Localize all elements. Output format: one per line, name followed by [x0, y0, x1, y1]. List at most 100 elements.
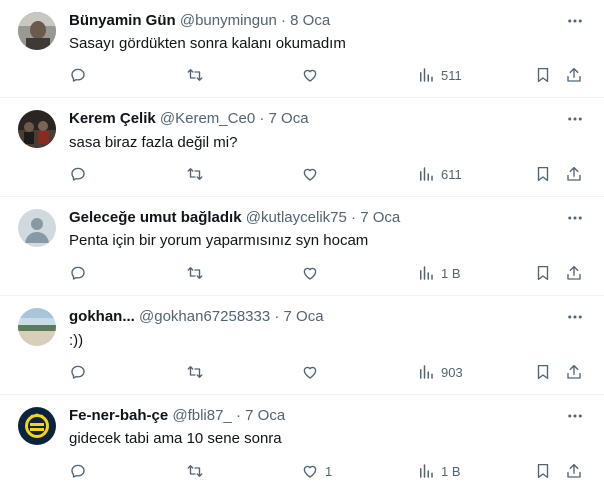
- separator-dot: ·: [274, 308, 280, 325]
- reply-tweet[interactable]: Geleceğe umut bağladık @kutlaycelik75 · …: [0, 197, 604, 296]
- reply-tweet[interactable]: Kerem Çelik @Kerem_Ce0 · 7 Oca sasa bira…: [0, 98, 604, 197]
- views-icon: [420, 464, 433, 478]
- views-button[interactable]: 1 B: [417, 263, 461, 283]
- tweet-text: Sasayı gördükten sonra kalanı okumadım: [69, 35, 346, 52]
- reply-tweet[interactable]: Fe-ner-bah-çe @fbli87_ · 7 Oca gidecek t…: [0, 395, 604, 497]
- bookmark-icon: [537, 364, 549, 380]
- like-button[interactable]: 1: [301, 461, 332, 481]
- more-icon[interactable]: [566, 110, 584, 128]
- like-icon: [303, 168, 317, 181]
- tweet-date[interactable]: 7 Oca: [269, 110, 309, 127]
- views-button[interactable]: 511: [417, 65, 462, 85]
- share-button[interactable]: [565, 164, 583, 184]
- tweet-date[interactable]: 7 Oca: [360, 209, 400, 226]
- author-name[interactable]: Fe-ner-bah-çe: [69, 407, 168, 424]
- like-button[interactable]: [301, 263, 325, 283]
- views-icon: [420, 365, 433, 379]
- author-name[interactable]: Bünyamin Gün: [69, 12, 176, 29]
- views-count: 903: [441, 364, 463, 380]
- share-button[interactable]: [565, 461, 583, 481]
- like-button[interactable]: [301, 164, 325, 184]
- tweet-date[interactable]: 8 Oca: [290, 12, 330, 29]
- action-bar: 611: [69, 164, 589, 184]
- retweet-button[interactable]: [186, 65, 204, 85]
- reply-feed: Bünyamin Gün @bunymingun · 8 Oca Sasayı …: [0, 0, 604, 497]
- avatar[interactable]: [18, 12, 56, 50]
- bookmark-button[interactable]: [534, 164, 552, 184]
- share-button[interactable]: [565, 65, 583, 85]
- author-name[interactable]: gokhan...: [69, 308, 135, 325]
- reply-icon: [71, 464, 85, 478]
- like-icon: [303, 267, 317, 280]
- author-handle[interactable]: @Kerem_Ce0: [160, 110, 255, 127]
- separator-dot: ·: [259, 110, 265, 127]
- views-count: 511: [441, 67, 462, 83]
- retweet-icon: [187, 69, 203, 81]
- author-handle[interactable]: @gokhan67258333: [139, 308, 270, 325]
- like-button[interactable]: [301, 362, 325, 382]
- author-handle[interactable]: @fbli87_: [172, 407, 231, 424]
- tweet-text: sasa biraz fazla değil mi?: [69, 134, 238, 151]
- reply-button[interactable]: [69, 65, 87, 85]
- views-button[interactable]: 1 B: [417, 461, 461, 481]
- retweet-button[interactable]: [186, 362, 204, 382]
- bookmark-button[interactable]: [534, 65, 552, 85]
- author-handle[interactable]: @kutlaycelik75: [246, 209, 347, 226]
- retweet-button[interactable]: [186, 263, 204, 283]
- tweet-date[interactable]: 7 Oca: [284, 308, 324, 325]
- share-button[interactable]: [565, 263, 583, 283]
- share-icon: [567, 265, 581, 280]
- retweet-button[interactable]: [186, 461, 204, 481]
- more-icon[interactable]: [566, 12, 584, 30]
- bookmark-icon: [537, 166, 549, 182]
- views-icon: [420, 266, 433, 280]
- reply-button[interactable]: [69, 263, 87, 283]
- tweet-header: Kerem Çelik @Kerem_Ce0 · 7 Oca: [69, 109, 560, 129]
- reply-tweet[interactable]: Bünyamin Gün @bunymingun · 8 Oca Sasayı …: [0, 0, 604, 98]
- author-name[interactable]: Kerem Çelik: [69, 110, 156, 127]
- share-icon: [567, 67, 581, 82]
- views-count: 1 B: [441, 463, 461, 479]
- views-count: 611: [441, 166, 462, 182]
- tweet-header: gokhan... @gokhan67258333 · 7 Oca: [69, 307, 560, 327]
- tweet-header: Bünyamin Gün @bunymingun · 8 Oca: [69, 11, 560, 31]
- tweet-date[interactable]: 7 Oca: [245, 407, 285, 424]
- reply-icon: [71, 68, 85, 82]
- more-icon[interactable]: [566, 407, 584, 425]
- like-count: 1: [325, 463, 333, 479]
- bookmark-icon: [537, 463, 549, 479]
- tweet-text: Penta için bir yorum yaparmısınız syn ho…: [69, 232, 369, 249]
- author-handle[interactable]: @bunymingun: [180, 12, 277, 29]
- views-button[interactable]: 903: [417, 362, 463, 382]
- separator-dot: ·: [235, 407, 241, 424]
- avatar[interactable]: [18, 407, 56, 445]
- author-name[interactable]: Geleceğe umut bağladık: [69, 209, 242, 226]
- action-bar: 903: [69, 362, 589, 382]
- avatar[interactable]: [18, 209, 56, 247]
- action-bar: 1 1 B: [69, 461, 589, 481]
- retweet-icon: [187, 168, 203, 180]
- reply-icon: [71, 365, 85, 379]
- views-icon: [420, 167, 433, 181]
- bookmark-button[interactable]: [534, 461, 552, 481]
- more-icon[interactable]: [566, 308, 584, 326]
- avatar[interactable]: [18, 110, 56, 148]
- bookmark-button[interactable]: [534, 263, 552, 283]
- views-button[interactable]: 611: [417, 164, 462, 184]
- like-button[interactable]: [301, 65, 325, 85]
- more-icon[interactable]: [566, 209, 584, 227]
- bookmark-button[interactable]: [534, 362, 552, 382]
- retweet-button[interactable]: [186, 164, 204, 184]
- like-icon: [303, 366, 317, 379]
- share-button[interactable]: [565, 362, 583, 382]
- retweet-icon: [187, 366, 203, 378]
- bookmark-icon: [537, 67, 549, 83]
- reply-button[interactable]: [69, 164, 87, 184]
- like-icon: [303, 465, 317, 478]
- avatar[interactable]: [18, 308, 56, 346]
- action-bar: 1 B: [69, 263, 589, 283]
- reply-tweet[interactable]: gokhan... @gokhan67258333 · 7 Oca :)) 90…: [0, 296, 604, 395]
- separator-dot: ·: [351, 209, 357, 226]
- reply-button[interactable]: [69, 362, 87, 382]
- reply-button[interactable]: [69, 461, 87, 481]
